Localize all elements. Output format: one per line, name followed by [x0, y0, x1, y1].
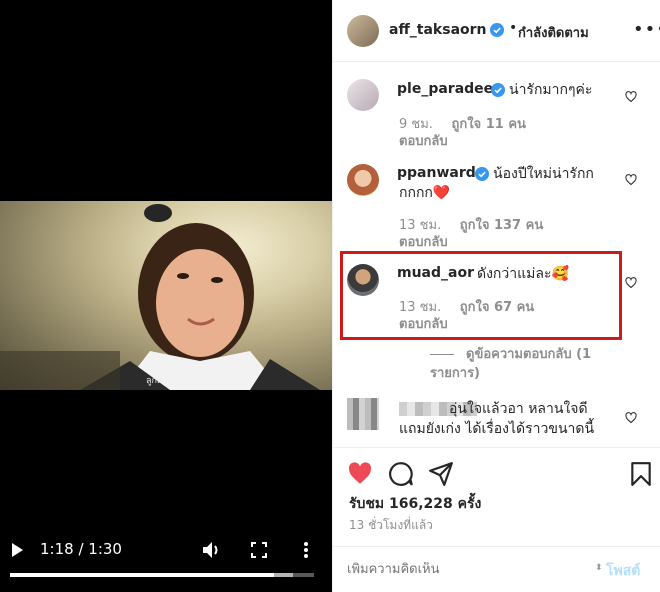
- like-comment-icon[interactable]: [625, 174, 637, 186]
- comment-username[interactable]: ple_paradee: [397, 81, 493, 97]
- bookmark-icon[interactable]: [628, 461, 654, 487]
- post-header: aff_taksaorn • กำลังติดตาม •••: [333, 0, 660, 62]
- video-progress-bar[interactable]: [10, 573, 314, 577]
- verified-badge-icon: [475, 167, 489, 181]
- reply-button[interactable]: ตอบกลับ: [399, 231, 448, 252]
- view-replies-link[interactable]: ดูข้อความตอบกลับ (1 รายการ): [430, 345, 630, 383]
- video-caption-overlay: ลูกสาว: [146, 376, 173, 386]
- more-vertical-icon[interactable]: [298, 540, 314, 560]
- comment-text: น่ารักมากๆค่ะ: [509, 82, 593, 98]
- like-comment-icon[interactable]: [625, 91, 637, 103]
- like-comment-icon[interactable]: [625, 412, 637, 424]
- replies-dash: [430, 354, 454, 355]
- post-time: 13 ชั่วโมงที่แล้ว: [349, 518, 433, 532]
- volume-icon[interactable]: [202, 541, 222, 559]
- more-options-icon[interactable]: •••: [633, 19, 660, 40]
- verified-badge-icon: [490, 23, 504, 37]
- comment-avatar[interactable]: [347, 79, 379, 111]
- highlight-box: [340, 251, 622, 340]
- play-icon[interactable]: [9, 542, 25, 558]
- video-controls: 1:18 / 1:30: [0, 533, 332, 592]
- comment-avatar[interactable]: [347, 164, 379, 196]
- comment-likes[interactable]: ถูกใจ 137 คน: [460, 218, 543, 233]
- fullscreen-icon[interactable]: [251, 542, 267, 558]
- comment-username[interactable]: ppanward: [397, 165, 476, 181]
- comment-text-line1: น้องปีใหม่น่ารักก: [493, 166, 594, 182]
- post-actions: รับชม 166,228 ครั้ง 13 ชั่วโมงที่แล้ว ⬍ …: [333, 447, 660, 592]
- like-comment-icon[interactable]: [625, 277, 637, 289]
- view-count[interactable]: รับชม 166,228 ครั้ง: [349, 493, 481, 515]
- video-time: 1:18 / 1:30: [40, 540, 122, 558]
- comment-text-line2: แถมยังเก่ง ได้เรื่องได้ราวขนาดนี้: [399, 421, 595, 437]
- author-username[interactable]: aff_taksaorn: [389, 22, 487, 38]
- video-progress-fill: [10, 573, 274, 577]
- comment-likes[interactable]: ถูกใจ 11 คน: [451, 117, 525, 132]
- author-avatar[interactable]: [347, 15, 379, 47]
- video-frame[interactable]: ลูกสาว: [0, 201, 332, 390]
- reply-button[interactable]: ตอบกลับ: [399, 130, 448, 151]
- video-player[interactable]: ลูกสาว 1:18 / 1:30: [0, 0, 332, 592]
- add-comment-input[interactable]: [347, 562, 587, 577]
- comment-text-line1: อุ่นใจแล้วอา หลานใจดี: [449, 401, 588, 417]
- post-button[interactable]: โพสต์: [606, 560, 640, 582]
- comment-text-line2: กกกก❤️: [399, 185, 451, 201]
- following-button[interactable]: กำลังติดตาม: [518, 22, 589, 43]
- like-heart-icon[interactable]: [347, 461, 373, 487]
- share-icon[interactable]: [428, 461, 454, 487]
- header-separator: •: [509, 20, 518, 36]
- comment-bubble-icon[interactable]: [388, 461, 414, 487]
- video-frame-image: [0, 204, 320, 390]
- comment-composer: ⬍ โพสต์: [333, 546, 660, 592]
- view-replies-label: ดูข้อความตอบกลับ (1 รายการ): [430, 347, 592, 381]
- comment-avatar-blurred[interactable]: [347, 398, 379, 430]
- spinner-icon: ⬍: [595, 563, 603, 573]
- verified-badge-icon: [491, 83, 505, 97]
